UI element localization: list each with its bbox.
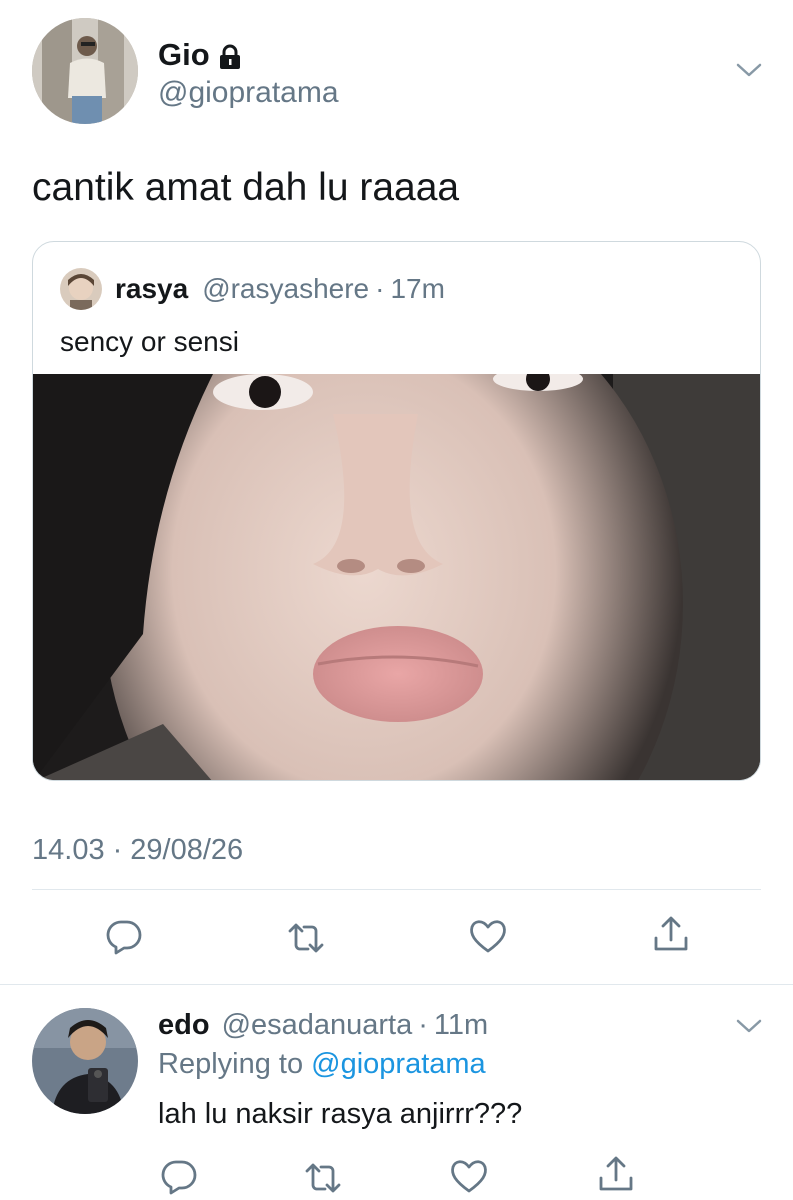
replying-to: Replying to @giopratama — [158, 1048, 486, 1081]
reply-author-name[interactable]: edo — [158, 1009, 210, 1042]
timestamp-date: 29/08/26 — [130, 834, 244, 866]
reply-icon[interactable] — [159, 1156, 199, 1196]
chevron-down-icon[interactable] — [735, 1014, 763, 1038]
quoted-tweet-card[interactable]: rasya @rasyashere · 17m sency or sensi — [32, 241, 761, 781]
reply-author-avatar[interactable] — [32, 1008, 138, 1114]
heart-icon[interactable] — [449, 1156, 489, 1196]
quoted-tweet-text: sency or sensi — [60, 326, 239, 357]
separator-dot: · — [418, 1009, 428, 1041]
tweet-timestamp[interactable]: 14.03 · 29/08/26 — [32, 834, 243, 867]
author-avatar[interactable] — [32, 18, 138, 124]
timestamp-time: 14.03 — [32, 834, 105, 866]
author-handle[interactable]: @giopratama — [158, 76, 339, 110]
quoted-tweet-image[interactable] — [33, 374, 760, 780]
divider — [32, 889, 761, 890]
author-name-row[interactable]: Gio — [158, 37, 242, 73]
retweet-icon[interactable] — [303, 1158, 343, 1198]
reply-header: edo @esadanuarta · 11m — [158, 1009, 488, 1042]
author-name[interactable]: Gio — [158, 37, 210, 73]
retweet-icon[interactable] — [286, 918, 326, 958]
reply-time[interactable]: 11m — [434, 1009, 488, 1042]
tweet-text: cantik amat dah lu raaaa — [32, 166, 460, 209]
lock-icon — [218, 42, 242, 69]
chevron-down-icon[interactable] — [735, 58, 763, 82]
replying-to-label: Replying to — [158, 1048, 304, 1080]
divider — [0, 984, 793, 985]
separator-dot: · — [112, 834, 123, 866]
share-icon[interactable] — [596, 1154, 636, 1194]
replying-to-handle[interactable]: @giopratama — [311, 1048, 486, 1080]
separator-dot: · — [375, 273, 385, 304]
heart-icon[interactable] — [468, 916, 508, 956]
quoted-tweet-time: 17m — [390, 273, 445, 304]
quoted-author-handle: @rasyashere — [202, 273, 370, 304]
quoted-author-avatar — [60, 268, 102, 310]
reply-icon[interactable] — [104, 916, 144, 956]
avatar-photo — [32, 18, 138, 124]
reply-author-handle[interactable]: @esadanuarta — [222, 1009, 413, 1042]
quoted-author-name: rasya — [115, 273, 189, 304]
reply-text: lah lu naksir rasya anjirrr??? — [158, 1098, 523, 1130]
share-icon[interactable] — [651, 914, 691, 954]
quoted-tweet-header: rasya @rasyashere · 17m — [115, 273, 445, 305]
